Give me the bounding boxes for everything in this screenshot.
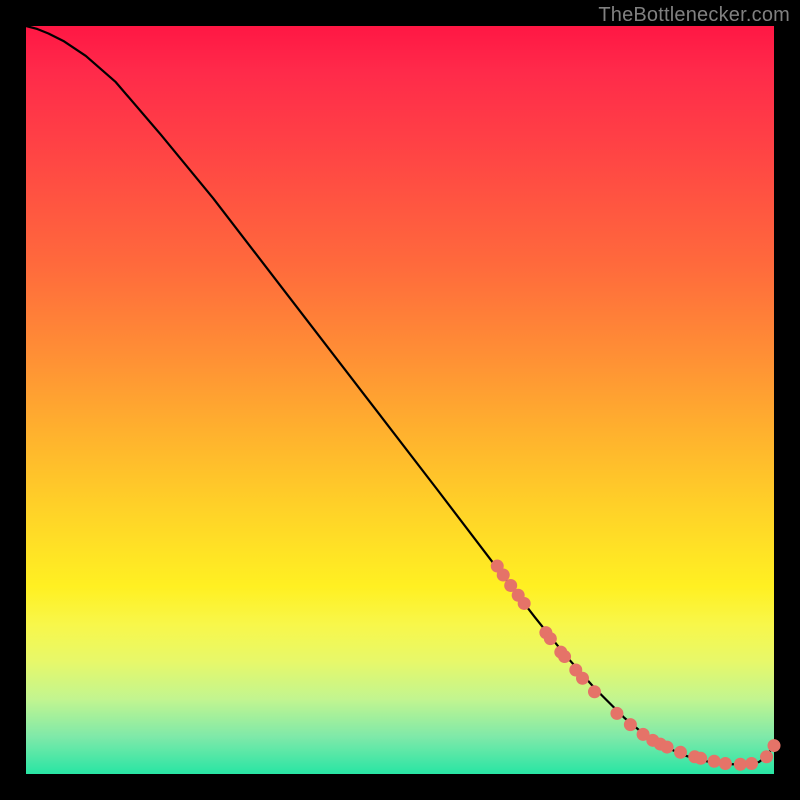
data-dot — [558, 650, 571, 663]
data-dot — [734, 758, 747, 771]
data-dot — [610, 707, 623, 720]
data-dot — [661, 741, 674, 754]
chart-stage: TheBottlenecker.com — [0, 0, 800, 800]
data-dot — [576, 672, 589, 685]
data-dot — [497, 569, 510, 582]
data-dots — [491, 560, 781, 771]
data-dot — [674, 746, 687, 759]
data-dot — [719, 757, 732, 770]
data-dot — [544, 632, 557, 645]
data-dot — [708, 755, 721, 768]
data-dot — [624, 718, 637, 731]
watermark-text: TheBottlenecker.com — [598, 4, 790, 27]
chart-overlay — [26, 26, 774, 774]
data-dot — [518, 597, 531, 610]
data-dot — [694, 752, 707, 765]
data-dot — [768, 739, 781, 752]
bottleneck-curve — [26, 26, 774, 764]
data-dot — [745, 757, 758, 770]
data-dot — [588, 685, 601, 698]
data-dot — [760, 750, 773, 763]
